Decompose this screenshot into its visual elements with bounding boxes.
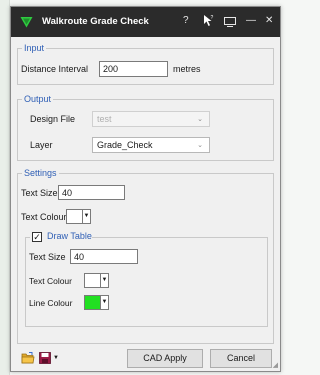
context-help-icon[interactable]: ?: [203, 14, 214, 27]
text-size-input[interactable]: 40: [58, 185, 125, 200]
chevron-down-icon: ⌄: [197, 116, 203, 123]
draw-table-group: ✓ Draw Table Text Size 40 Text Colour ▼ …: [25, 231, 268, 327]
input-group: Input Distance Interval 200 metres: [17, 43, 274, 85]
walkroute-grade-check-dialog: Walkroute Grade Check ? ? — ✕ Input Dist…: [10, 6, 281, 372]
table-text-size-label: Text Size: [29, 252, 66, 262]
cancel-button[interactable]: Cancel: [210, 349, 272, 368]
layer-value: Grade_Check: [97, 140, 153, 150]
settings-group-legend: Settings: [22, 168, 59, 179]
line-colour-label: Line Colour: [29, 298, 73, 308]
svg-text:?: ?: [211, 15, 214, 21]
table-text-colour-label: Text Colour: [29, 276, 72, 286]
settings-group: Settings Text Size 40 Text Colour ▼ ✓ Dr…: [17, 168, 274, 344]
minimize-icon[interactable]: —: [246, 15, 256, 27]
table-text-size-input[interactable]: 40: [70, 249, 138, 264]
layer-select[interactable]: Grade_Check ⌄: [92, 137, 210, 153]
save-dropdown-arrow-icon[interactable]: ▼: [53, 355, 59, 361]
input-group-legend: Input: [22, 43, 47, 54]
text-colour-label: Text Colour: [21, 212, 67, 222]
distance-unit-label: metres: [173, 64, 201, 74]
dropdown-arrow-icon[interactable]: ▼: [101, 273, 109, 288]
output-group: Output Design File test ⌄ Layer Grade_Ch…: [17, 94, 274, 161]
app-logo-icon: [20, 17, 33, 28]
resize-grip-icon[interactable]: ◢: [273, 361, 278, 369]
draw-table-label: Draw Table: [47, 231, 92, 241]
design-file-label: Design File: [30, 114, 76, 124]
table-text-colour-picker[interactable]: ▼: [84, 273, 109, 288]
close-icon[interactable]: ✕: [265, 15, 273, 27]
distance-interval-label: Distance Interval: [21, 64, 89, 74]
title-bar: Walkroute Grade Check ? ? — ✕: [11, 7, 280, 37]
cad-apply-button[interactable]: CAD Apply: [127, 349, 203, 368]
draw-table-checkbox[interactable]: ✓: [32, 232, 42, 242]
line-colour-picker[interactable]: ▼: [84, 295, 109, 310]
chevron-down-icon: ⌄: [197, 142, 203, 149]
save-icon[interactable]: [39, 352, 51, 364]
layer-label: Layer: [30, 140, 53, 150]
open-folder-icon[interactable]: [21, 352, 35, 364]
window-title: Walkroute Grade Check: [42, 16, 149, 27]
background-panel: [0, 0, 10, 375]
distance-interval-input[interactable]: 200: [99, 61, 168, 77]
line-colour-swatch: [84, 295, 101, 310]
text-colour-picker[interactable]: ▼: [66, 209, 91, 224]
draw-table-legend: ✓ Draw Table: [30, 231, 92, 243]
design-file-value: test: [97, 114, 112, 124]
design-file-select[interactable]: test ⌄: [92, 111, 210, 127]
dock-icon[interactable]: [224, 17, 236, 27]
text-size-label: Text Size: [21, 188, 58, 198]
text-colour-swatch: [66, 209, 83, 224]
output-group-legend: Output: [22, 94, 54, 105]
dropdown-arrow-icon[interactable]: ▼: [83, 209, 91, 224]
dropdown-arrow-icon[interactable]: ▼: [101, 295, 109, 310]
table-text-colour-swatch: [84, 273, 101, 288]
help-icon[interactable]: ?: [183, 15, 189, 27]
